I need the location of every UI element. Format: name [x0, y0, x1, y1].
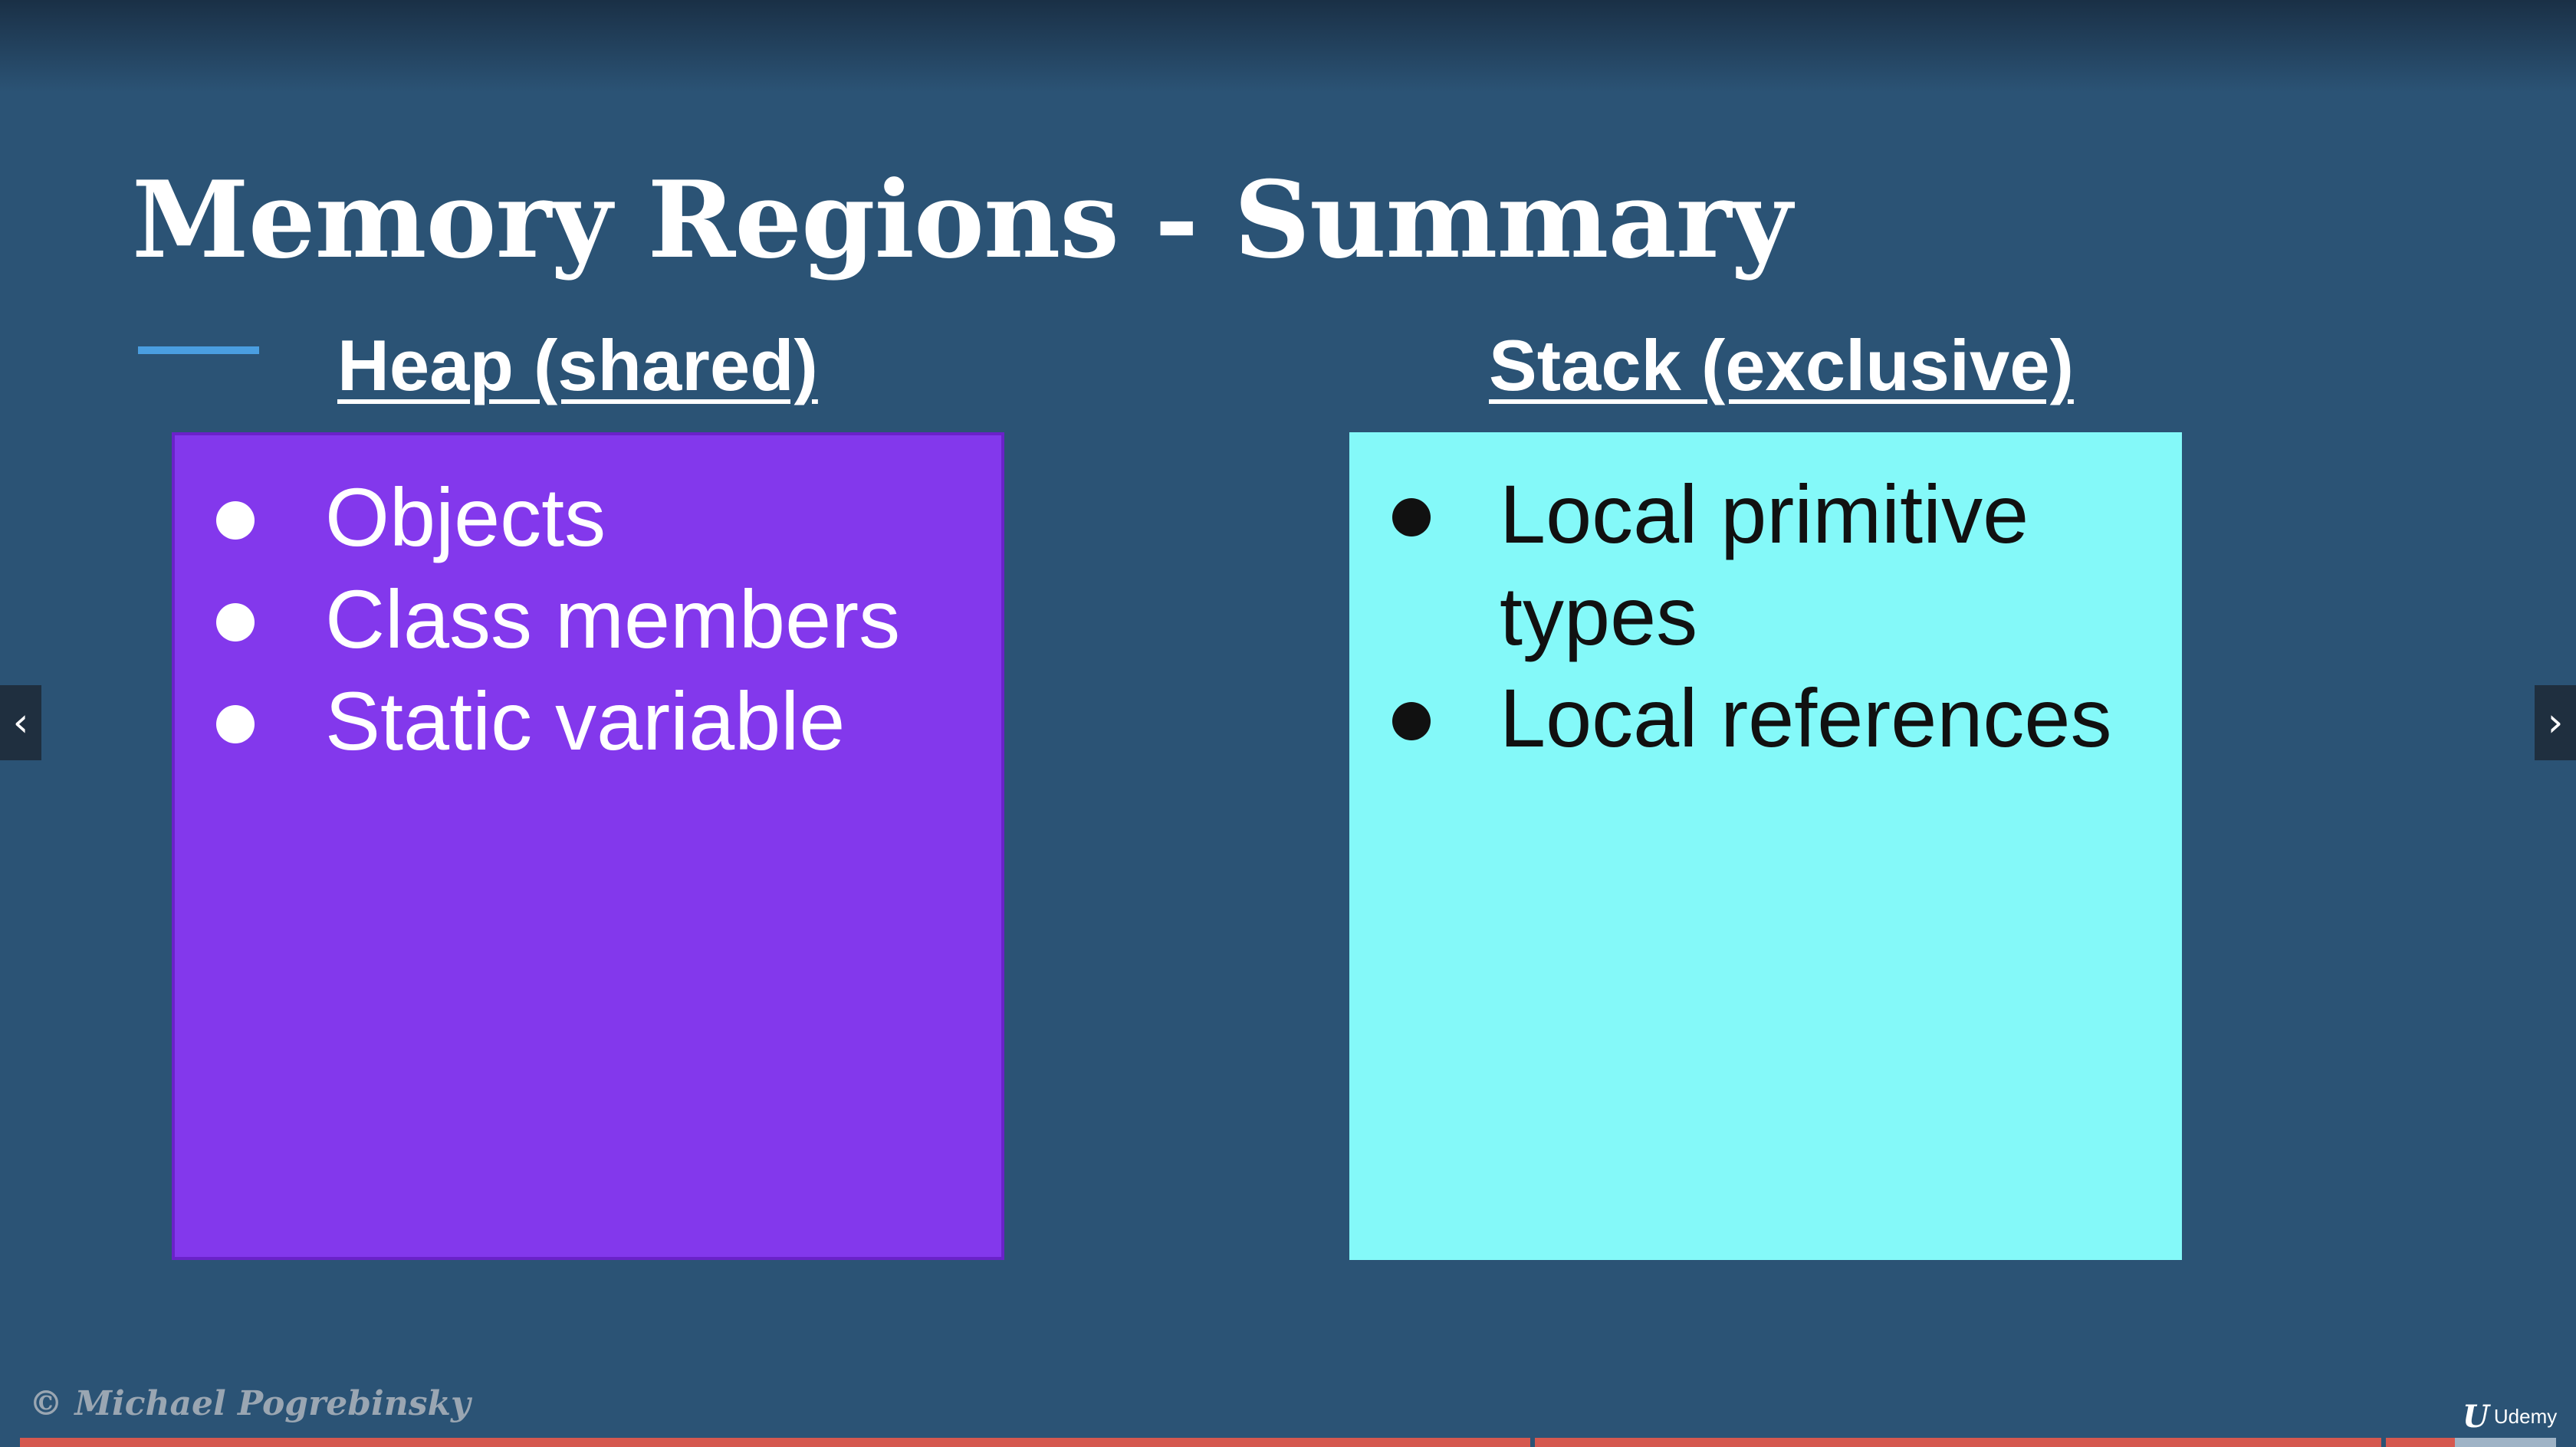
- video-progress-bar[interactable]: [20, 1438, 2556, 1447]
- list-item: Objects: [175, 466, 1001, 568]
- udemy-logo: U Udemy: [2463, 1398, 2558, 1435]
- list-item-text-continued: types: [1500, 569, 1698, 662]
- list-item-text: Local primitive: [1500, 468, 2029, 560]
- list-item-text: Class members: [325, 573, 901, 665]
- copyright-notice: © Michael Pogrebinsky: [29, 1384, 471, 1423]
- bullet-icon: [216, 603, 255, 641]
- chapter-marker: [2381, 1438, 2386, 1447]
- heap-list: Objects Class members Static variable: [175, 435, 1001, 772]
- list-item: Class members: [175, 568, 1001, 670]
- list-item-text: Static variable: [325, 674, 846, 767]
- list-item-text: Objects: [325, 471, 606, 563]
- list-item: Static variable: [175, 670, 1001, 772]
- list-item: Local references: [1349, 667, 2182, 769]
- bullet-icon: [216, 705, 255, 743]
- heap-box: Objects Class members Static variable: [172, 432, 1004, 1260]
- udemy-logo-icon: U: [2463, 1398, 2489, 1435]
- progress-played: [20, 1438, 2455, 1447]
- bullet-icon: [1392, 498, 1431, 536]
- next-lecture-button[interactable]: ›: [2535, 685, 2576, 760]
- top-gradient-overlay: [0, 0, 2576, 92]
- stack-box: Local primitive types Local references: [1349, 432, 2182, 1260]
- progress-buffered: [2454, 1438, 2556, 1447]
- previous-lecture-button[interactable]: ‹: [0, 685, 41, 760]
- chapter-marker: [1530, 1438, 1535, 1447]
- chevron-right-icon: ›: [2547, 700, 2564, 746]
- stack-heading: Stack (exclusive): [1489, 325, 2074, 405]
- bullet-icon: [216, 501, 255, 540]
- title-accent-bar: [138, 346, 259, 354]
- list-item: Local primitive types: [1349, 463, 2182, 667]
- chevron-left-icon: ‹: [12, 700, 29, 746]
- heap-heading: Heap (shared): [337, 325, 818, 405]
- list-item-text: Local references: [1500, 671, 2112, 764]
- stack-list: Local primitive types Local references: [1349, 432, 2182, 769]
- slide-title: Memory Regions - Summary: [132, 157, 1792, 282]
- udemy-logo-text: Udemy: [2493, 1404, 2558, 1428]
- bullet-icon: [1392, 702, 1431, 740]
